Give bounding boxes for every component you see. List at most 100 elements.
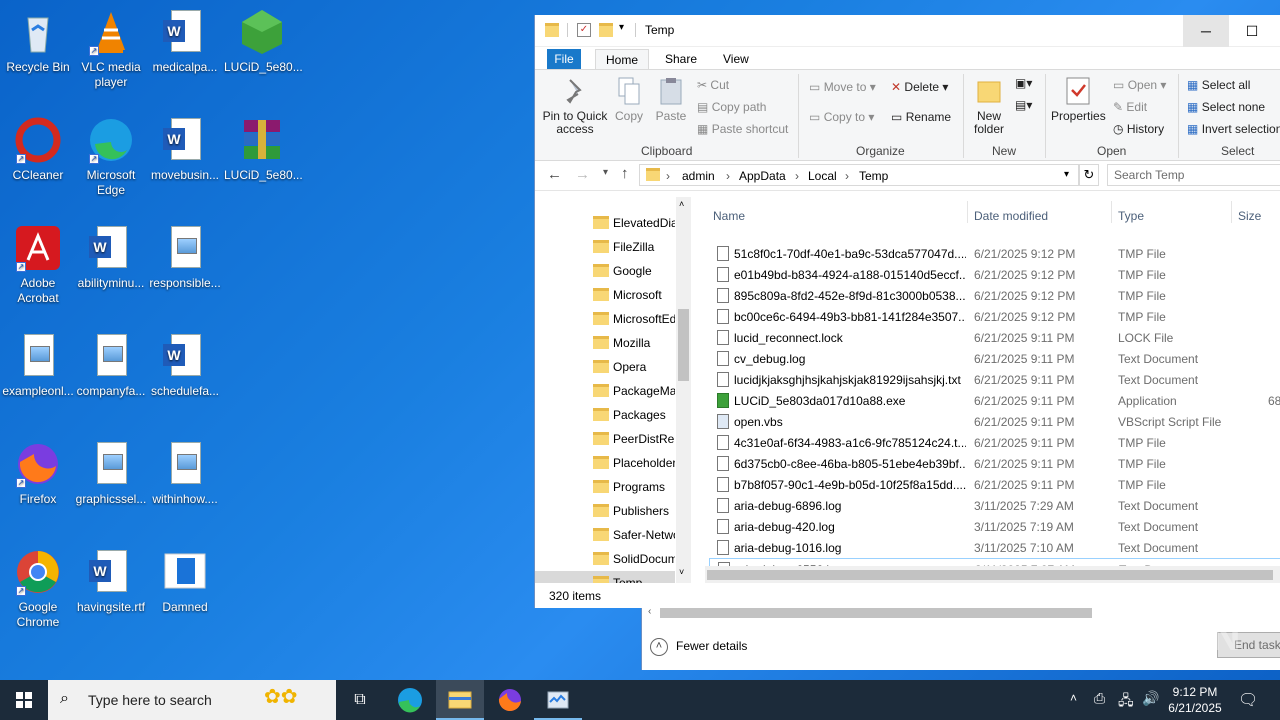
scroll-up-arrow-icon[interactable]: ˄ bbox=[679, 199, 684, 209]
customize-quick-access-icon[interactable]: ▾ bbox=[619, 22, 624, 33]
file-row[interactable]: lucidjkjaksghjhsjkahjskjak81929ijsahsjkj… bbox=[709, 369, 1280, 390]
tab-home[interactable]: Home bbox=[595, 49, 650, 69]
copy-to-button[interactable]: ▭ Copy to ▾ bbox=[809, 110, 874, 124]
nav-folder-item[interactable]: Mozilla bbox=[535, 331, 675, 355]
file-row[interactable]: 6d375cb0-c8ee-46ba-b805-51ebe4eb39bf....… bbox=[709, 453, 1280, 474]
paste-button[interactable]: Paste bbox=[655, 76, 687, 123]
horizontal-scrollbar-thumb[interactable] bbox=[660, 608, 1092, 618]
file-row[interactable]: bc00ce6c-6494-49b3-bb81-141f284e3507....… bbox=[709, 306, 1280, 327]
nav-folder-item[interactable]: SolidDocum bbox=[535, 547, 675, 571]
file-row[interactable]: aria-debug-1016.log 3/11/2025 7:10 AM Text… bbox=[709, 537, 1280, 558]
file-row[interactable]: open.vbs 6/21/2025 9:11 PM VBScript Script… bbox=[709, 411, 1280, 432]
fewer-details-button[interactable]: Fewer details bbox=[676, 639, 747, 653]
desktop-icon-movebusin[interactable]: W movebusin... bbox=[147, 116, 223, 183]
cut-button[interactable]: ✂ Cut bbox=[697, 78, 729, 92]
task-view-icon[interactable]: ⧉ bbox=[336, 680, 384, 720]
file-row[interactable]: 4c31e0af-6f34-4983-a1c6-9fc785124c24.t..… bbox=[709, 432, 1280, 453]
copy-path-button[interactable]: ▤ Copy path bbox=[697, 100, 766, 114]
nav-folder-item[interactable]: Opera bbox=[535, 355, 675, 379]
new-item-icon[interactable]: ▣▾ bbox=[1015, 76, 1032, 90]
file-row[interactable]: b7b8f057-90c1-4e9b-b05d-10f25f8a15dd....… bbox=[709, 474, 1280, 495]
file-row[interactable]: e01b49bd-b834-4924-a188-015140d5eccf... 6… bbox=[709, 264, 1280, 285]
desktop-icon-medicalpa[interactable]: W medicalpa... bbox=[147, 8, 223, 75]
nav-folder-item[interactable]: Temp bbox=[535, 571, 675, 583]
desktop-icon-chrome[interactable]: ↗ Google Chrome bbox=[0, 548, 76, 630]
network-device-icon[interactable]: ⎙ bbox=[1094, 690, 1105, 707]
taskbar-search-box[interactable]: ⌕ Type here to search ✿✿ bbox=[48, 680, 336, 720]
column-header-name[interactable]: Name bbox=[713, 209, 745, 223]
properties-quick-icon[interactable]: ✓ bbox=[577, 23, 591, 37]
desktop-icon-schedulefa[interactable]: W schedulefa... bbox=[147, 332, 223, 399]
desktop-icon-havingsite[interactable]: W havingsite.rtf bbox=[73, 548, 149, 615]
notifications-icon[interactable]: 🗨 bbox=[1238, 690, 1258, 710]
edit-button[interactable]: ✎ Edit bbox=[1113, 100, 1147, 114]
file-row[interactable]: LUCiD_5e803da017d10a88.exe 6/21/2025 9:11… bbox=[709, 390, 1280, 411]
breadcrumb-local[interactable]: Local bbox=[808, 169, 837, 183]
delete-button[interactable]: ✕ Delete ▾ bbox=[891, 80, 948, 94]
move-to-button[interactable]: ▭ Move to ▾ bbox=[809, 80, 876, 94]
minimize-button[interactable]: ─ bbox=[1183, 15, 1229, 47]
easy-access-icon[interactable]: ▤▾ bbox=[1015, 98, 1032, 112]
nav-folder-item[interactable]: Google bbox=[535, 259, 675, 283]
volume-icon[interactable]: 🔊 bbox=[1142, 690, 1159, 707]
taskbar-clock[interactable]: 9:12 PM 6/21/2025 bbox=[1166, 684, 1224, 716]
column-header-type[interactable]: Type bbox=[1118, 209, 1144, 223]
tab-share[interactable]: Share bbox=[655, 49, 707, 69]
desktop-icon-abilityminu[interactable]: W abilityminu... bbox=[73, 224, 149, 291]
nav-folder-item[interactable]: MicrosoftEd bbox=[535, 307, 675, 331]
taskbar-file-explorer-icon[interactable] bbox=[436, 680, 484, 720]
copy-button[interactable]: Copy bbox=[613, 76, 645, 123]
column-header-size[interactable]: Size bbox=[1238, 209, 1261, 223]
column-header-date[interactable]: Date modified bbox=[974, 209, 1048, 223]
desktop-icon-lucid-1[interactable]: LUCiD_5e80... bbox=[224, 8, 303, 75]
back-arrow-icon[interactable]: ← bbox=[547, 166, 562, 183]
nav-folder-item[interactable]: Programs bbox=[535, 475, 675, 499]
desktop-icon-withinhow[interactable]: withinhow.... bbox=[147, 440, 223, 507]
scrollbar-thumb[interactable] bbox=[678, 309, 689, 381]
file-row[interactable]: aria-debug-420.log 3/11/2025 7:19 AM Text … bbox=[709, 516, 1280, 537]
nav-folder-item[interactable]: Microsoft bbox=[535, 283, 675, 307]
up-arrow-icon[interactable]: ↑ bbox=[621, 165, 629, 182]
file-horizontal-scrollbar[interactable] bbox=[705, 566, 1280, 583]
new-folder-button[interactable]: New folder bbox=[969, 76, 1009, 136]
new-folder-quick-icon[interactable] bbox=[599, 23, 613, 37]
taskbar-edge-icon[interactable] bbox=[386, 680, 434, 720]
recent-locations-icon[interactable]: ▾ bbox=[603, 167, 608, 178]
nav-folder-item[interactable]: Safer-Netwo bbox=[535, 523, 675, 547]
chevron-up-icon[interactable]: ˄ bbox=[650, 638, 668, 656]
desktop-icon-responsible[interactable]: responsible... bbox=[147, 224, 223, 291]
file-row[interactable]: aria-debug-6896.log 3/11/2025 7:29 AM Text… bbox=[709, 495, 1280, 516]
nav-folder-item[interactable]: Packages bbox=[535, 403, 675, 427]
scrollbar-thumb[interactable] bbox=[707, 570, 1273, 580]
address-dropdown-icon[interactable]: ▾ bbox=[1064, 169, 1069, 180]
desktop-icon-companyfa[interactable]: companyfa... bbox=[73, 332, 149, 399]
open-button[interactable]: ▭ Open ▾ bbox=[1113, 78, 1166, 92]
desktop-icon-vlc[interactable]: ↗ VLC media player bbox=[73, 8, 149, 90]
forward-arrow-icon[interactable]: → bbox=[575, 166, 590, 183]
desktop-icon-firefox[interactable]: ↗ Firefox bbox=[0, 440, 76, 507]
nav-folder-item[interactable]: Publishers bbox=[535, 499, 675, 523]
refresh-icon[interactable]: ↻ bbox=[1079, 164, 1099, 186]
start-button[interactable] bbox=[0, 680, 48, 720]
select-none-button[interactable]: ▦ Select none bbox=[1187, 100, 1265, 114]
desktop-icon-damned[interactable]: Damned bbox=[147, 548, 223, 615]
search-input[interactable]: Search Temp bbox=[1107, 164, 1280, 186]
desktop-icon-edge[interactable]: ↗ Microsoft Edge bbox=[73, 116, 149, 198]
file-row[interactable]: 895c809a-8fd2-452e-8f9d-81c3000b0538....… bbox=[709, 285, 1280, 306]
nav-folder-item[interactable]: ElevatedDia bbox=[535, 211, 675, 235]
desktop-icon-exampleonl[interactable]: exampleonl... bbox=[0, 332, 76, 399]
show-hidden-icons-chevron-icon[interactable]: ˄ bbox=[1070, 691, 1077, 705]
taskbar-task-manager-icon[interactable] bbox=[534, 680, 582, 720]
paste-shortcut-button[interactable]: ▦ Paste shortcut bbox=[697, 122, 788, 136]
tab-view[interactable]: View bbox=[713, 49, 759, 69]
tab-file[interactable]: File bbox=[547, 49, 581, 69]
scroll-down-arrow-icon[interactable]: ˅ bbox=[679, 567, 684, 577]
file-row[interactable]: cv_debug.log 6/21/2025 9:11 PM Text Docume… bbox=[709, 348, 1280, 369]
desktop-icon-ccleaner[interactable]: ↗ CCleaner bbox=[0, 116, 76, 183]
desktop-icon-recycle-bin[interactable]: Recycle Bin bbox=[0, 8, 76, 75]
desktop-icon-acrobat[interactable]: ↗ Adobe Acrobat bbox=[0, 224, 76, 306]
file-row[interactable]: lucid_reconnect.lock 6/21/2025 9:11 PM LOC… bbox=[709, 327, 1280, 348]
desktop-icon-graphicssel[interactable]: graphicssel... bbox=[73, 440, 149, 507]
history-button[interactable]: ◷ History bbox=[1113, 122, 1164, 136]
breadcrumb-appdata[interactable]: AppData bbox=[739, 169, 786, 183]
